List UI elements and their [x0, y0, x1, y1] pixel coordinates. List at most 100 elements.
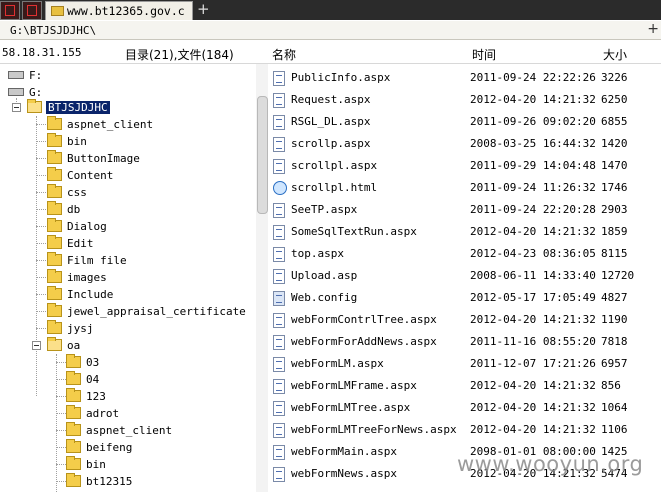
folder-icon [66, 405, 81, 419]
file-name: webFormLMTree.aspx [291, 401, 411, 414]
column-header-time[interactable]: 时间 [472, 46, 496, 63]
file-row[interactable]: webFormForAddNews.aspx 2011-11-16 08:55:2… [270, 330, 661, 352]
folder-icon [66, 473, 81, 487]
column-header-size[interactable]: 大小 [603, 46, 627, 63]
tree-node-folder[interactable]: images [0, 269, 250, 286]
file-row[interactable]: top.aspx 2012-04-23 08:36:05 8115 [270, 242, 661, 264]
file-row[interactable]: Web.config 2012-05-17 17:05:49 4827 [270, 286, 661, 308]
file-time: 2012-04-20 14:21:32 [470, 379, 596, 392]
tree-node-folder[interactable]: oa [0, 337, 250, 354]
aspx-file-icon [273, 203, 285, 218]
aspx-file-icon [273, 225, 285, 240]
folder-icon [47, 320, 62, 334]
tree-node-folder[interactable]: beifeng [0, 439, 250, 456]
tree-node-root-folder[interactable]: BTJSJDJHC [0, 99, 250, 116]
folder-icon [51, 6, 64, 16]
folder-icon [66, 439, 81, 453]
file-row[interactable]: SeeTP.aspx 2011-09-24 22:20:28 2903 [270, 198, 661, 220]
folder-icon [47, 150, 62, 164]
folder-icon [66, 422, 81, 436]
folder-icon [47, 218, 62, 232]
file-row[interactable]: RSGL_DL.aspx 2011-09-26 09:02:20 6855 [270, 110, 661, 132]
tree-node-folder[interactable]: jysj [0, 320, 250, 337]
file-row[interactable]: webFormLMTreeForNews.aspx 2012-04-20 14:2… [270, 418, 661, 440]
folder-icon [47, 201, 62, 215]
file-name: SomeSqlTextRun.aspx [291, 225, 417, 238]
folder-icon [47, 252, 62, 266]
tree-node-folder[interactable]: Dialog [0, 218, 250, 235]
folder-icon [66, 388, 81, 402]
tree-node-label: 123 [86, 390, 106, 403]
file-size: 1420 [601, 137, 628, 150]
tree-node-folder[interactable]: adrot [0, 405, 250, 422]
tree-node-folder[interactable]: aspnet_client [0, 422, 250, 439]
file-row[interactable]: scrollpl.aspx 2011-09-29 14:04:48 1470 [270, 154, 661, 176]
collapse-toggle[interactable] [12, 103, 21, 112]
tree-node-folder[interactable]: bin [0, 456, 250, 473]
file-row[interactable]: webFormLMFrame.aspx 2012-04-20 14:21:32 85… [270, 374, 661, 396]
tree-node-folder[interactable]: 03 [0, 354, 250, 371]
aspx-file-icon [273, 357, 285, 372]
tree-node-folder[interactable]: css [0, 184, 250, 201]
file-row[interactable]: scrollpl.html 2011-09-24 11:26:32 1746 [270, 176, 661, 198]
tree-node-label: jysj [67, 322, 94, 335]
file-name: scrollpl.html [291, 181, 378, 194]
tree-node-folder[interactable]: Include [0, 286, 250, 303]
file-size: 856 [601, 379, 621, 392]
file-row[interactable]: webFormLMTree.aspx 2012-04-20 14:21:32 106… [270, 396, 661, 418]
tree-scrollbar[interactable] [256, 64, 268, 492]
file-size: 6957 [601, 357, 628, 370]
collapse-toggle[interactable] [32, 341, 41, 350]
tree-node-folder[interactable]: bt12315 [0, 473, 250, 490]
file-time: 2012-04-20 14:21:32 [470, 313, 596, 326]
server-ip: 58.18.31.155 [2, 46, 82, 59]
tree-node-folder[interactable]: Film file [0, 252, 250, 269]
file-row[interactable]: PublicInfo.aspx 2011-09-24 22:22:26 3226 [270, 66, 661, 88]
file-name: Request.aspx [291, 93, 371, 106]
tree-node-folder[interactable]: ButtonImage [0, 150, 250, 167]
tree-node-folder[interactable]: Content [0, 167, 250, 184]
tab-active[interactable]: www.bt12365.gov.cn [45, 1, 193, 20]
path-input[interactable]: G:\BTJSJDJHC\ [10, 24, 96, 37]
file-size: 8115 [601, 247, 628, 260]
tree-node-label: bt12315 [86, 475, 133, 488]
tree-node-folder[interactable]: bin [0, 133, 250, 150]
app-control-icon[interactable] [22, 1, 42, 20]
file-row[interactable]: SomeSqlTextRun.aspx 2012-04-20 14:21:32 18… [270, 220, 661, 242]
tab-bar: www.bt12365.gov.cn + [0, 0, 661, 20]
file-size: 7818 [601, 335, 628, 348]
tree-node-folder[interactable]: 04 [0, 371, 250, 388]
folder-icon [66, 371, 81, 385]
file-time: 2011-09-29 14:04:48 [470, 159, 596, 172]
file-time: 2011-09-26 09:02:20 [470, 115, 596, 128]
watermark: www.wooyun.org [457, 452, 644, 476]
folder-icon [66, 354, 81, 368]
drive-icon [8, 88, 24, 96]
tree-node-folder[interactable]: aspnet_client [0, 116, 250, 133]
new-tab-button[interactable]: + [197, 0, 210, 18]
file-row[interactable]: webFormContrlTree.aspx 2012-04-20 14:21:3… [270, 308, 661, 330]
folder-icon [47, 235, 62, 249]
file-row[interactable]: Request.aspx 2012-04-20 14:21:32 6250 [270, 88, 661, 110]
expand-button[interactable]: + [647, 21, 659, 37]
column-header-name[interactable]: 名称 [272, 46, 296, 63]
file-row[interactable]: scrollp.aspx 2008-03-25 16:44:32 1420 [270, 132, 661, 154]
tree-node-label: bin [86, 458, 106, 471]
tree-node-folder[interactable]: db [0, 201, 250, 218]
file-row[interactable]: webFormLM.aspx 2011-12-07 17:21:26 6957 [270, 352, 661, 374]
folder-icon [47, 133, 62, 147]
folder-icon [47, 269, 62, 283]
tree-node-folder[interactable]: Edit [0, 235, 250, 252]
file-name: PublicInfo.aspx [291, 71, 391, 84]
file-name: Web.config [291, 291, 358, 304]
scrollbar-thumb[interactable] [257, 96, 268, 214]
file-row[interactable]: Upload.asp 2008-06-11 14:33:40 12720 [270, 264, 661, 286]
file-list: PublicInfo.aspx 2011-09-24 22:22:26 3226 Re… [270, 64, 661, 492]
tree-node-drive[interactable]: F: [0, 67, 250, 84]
folder-icon [47, 184, 62, 198]
app-menu-icon[interactable] [0, 1, 20, 20]
tree-node-label: beifeng [86, 441, 133, 454]
tree-node-folder[interactable]: jewel_appraisal_certificate [0, 303, 250, 320]
tree-node-folder[interactable]: 123 [0, 388, 250, 405]
file-name: webFormNews.aspx [291, 467, 397, 480]
